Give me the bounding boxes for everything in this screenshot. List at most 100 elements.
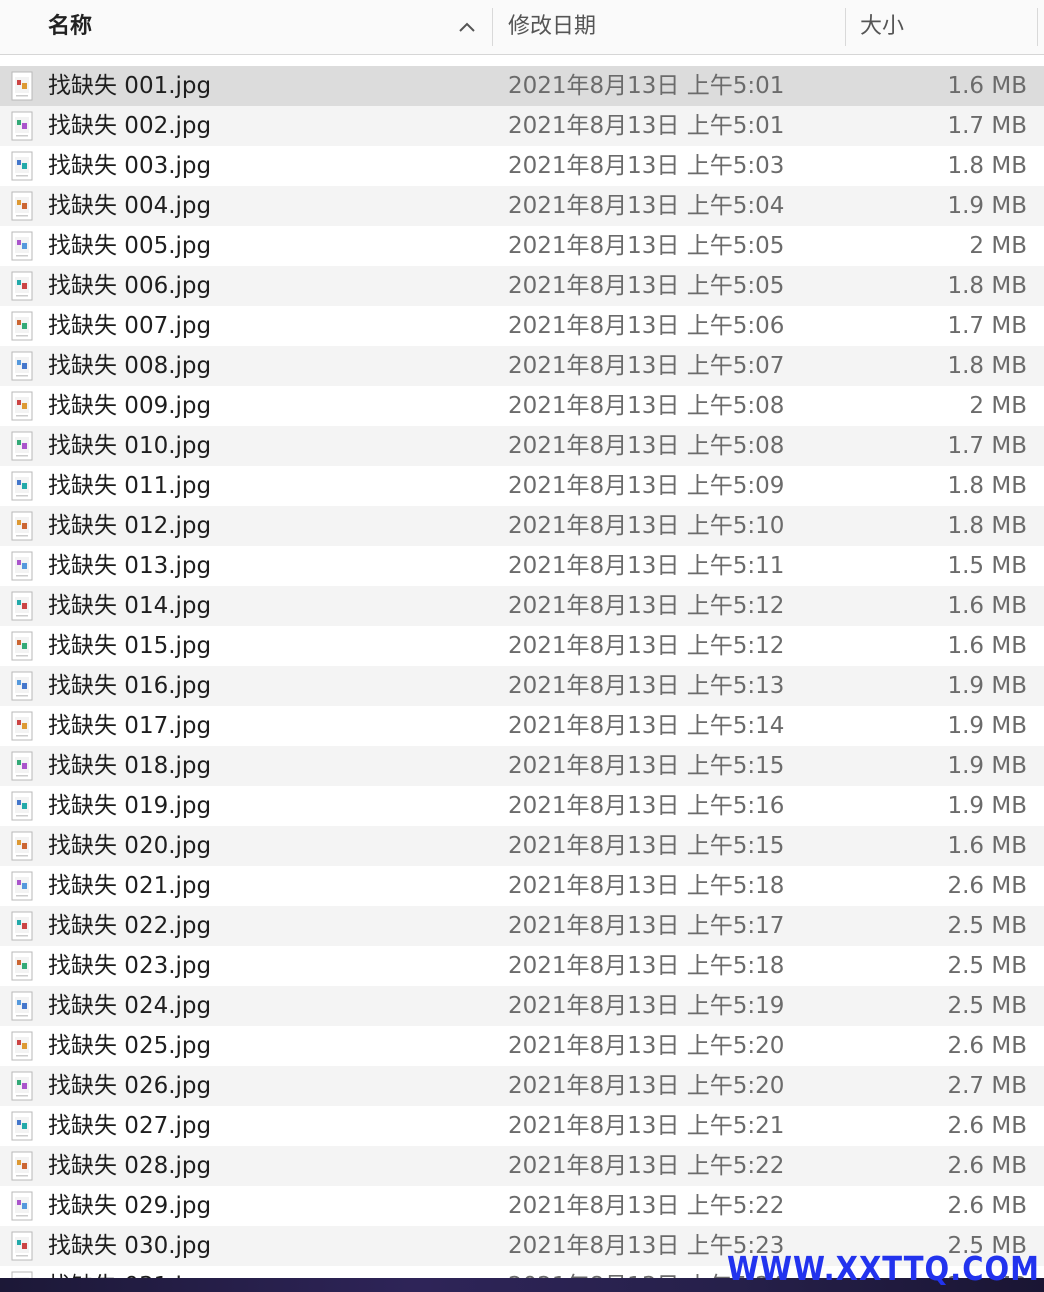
file-row[interactable]: 找缺失 004.jpg 2021年8月13日 上午5:04 1.9 MB [0,186,1044,226]
file-row[interactable]: 找缺失 009.jpg 2021年8月13日 上午5:08 2 MB [0,386,1044,426]
column-separator[interactable] [492,8,493,46]
file-row[interactable]: 找缺失 023.jpg 2021年8月13日 上午5:18 2.5 MB [0,946,1044,986]
file-name: 找缺失 005.jpg [48,233,212,259]
file-name: 找缺失 013.jpg [48,553,212,579]
file-date-modified: 2021年8月13日 上午5:18 [508,953,785,979]
file-size: 1.8 MB [947,273,1027,299]
file-size: 2.6 MB [947,1153,1027,1179]
column-separator[interactable] [845,8,846,46]
file-size: 1.5 MB [947,553,1027,579]
column-header-name[interactable]: 名称 [48,0,92,54]
file-size: 1.7 MB [947,433,1027,459]
file-row[interactable]: 找缺失 028.jpg 2021年8月13日 上午5:22 2.6 MB [0,1146,1044,1186]
file-row[interactable]: 找缺失 018.jpg 2021年8月13日 上午5:15 1.9 MB [0,746,1044,786]
file-name: 找缺失 024.jpg [48,993,212,1019]
file-size: 2.6 MB [947,1113,1027,1139]
file-date-modified: 2021年8月13日 上午5:09 [508,473,785,499]
file-row[interactable]: 找缺失 005.jpg 2021年8月13日 上午5:05 2 MB [0,226,1044,266]
file-row[interactable]: 找缺失 001.jpg 2021年8月13日 上午5:01 1.6 MB [0,66,1044,106]
file-name: 找缺失 021.jpg [48,873,212,899]
image-file-icon [11,871,33,901]
file-size: 1.9 MB [947,753,1027,779]
file-date-modified: 2021年8月13日 上午5:15 [508,833,785,859]
image-file-icon [11,711,33,741]
file-row[interactable]: 找缺失 026.jpg 2021年8月13日 上午5:20 2.7 MB [0,1066,1044,1106]
file-date-modified: 2021年8月13日 上午5:22 [508,1193,785,1219]
file-row[interactable]: 找缺失 006.jpg 2021年8月13日 上午5:05 1.8 MB [0,266,1044,306]
file-row[interactable]: 找缺失 003.jpg 2021年8月13日 上午5:03 1.8 MB [0,146,1044,186]
file-row[interactable]: 找缺失 021.jpg 2021年8月13日 上午5:18 2.6 MB [0,866,1044,906]
file-date-modified: 2021年8月13日 上午5:18 [508,873,785,899]
file-row[interactable]: 找缺失 013.jpg 2021年8月13日 上午5:11 1.5 MB [0,546,1044,586]
file-row[interactable]: 找缺失 011.jpg 2021年8月13日 上午5:09 1.8 MB [0,466,1044,506]
column-header-date[interactable]: 修改日期 [508,0,596,54]
image-file-icon [11,751,33,781]
file-name: 找缺失 012.jpg [48,513,212,539]
image-file-icon [11,1031,33,1061]
file-row[interactable]: 找缺失 020.jpg 2021年8月13日 上午5:15 1.6 MB [0,826,1044,866]
file-row[interactable]: 找缺失 002.jpg 2021年8月13日 上午5:01 1.7 MB [0,106,1044,146]
image-file-icon [11,551,33,581]
file-date-modified: 2021年8月13日 上午5:11 [508,553,785,579]
file-name: 找缺失 022.jpg [48,913,212,939]
image-file-icon [11,911,33,941]
file-name: 找缺失 010.jpg [48,433,212,459]
file-date-modified: 2021年8月13日 上午5:10 [508,513,785,539]
file-row[interactable]: 找缺失 017.jpg 2021年8月13日 上午5:14 1.9 MB [0,706,1044,746]
file-size: 1.6 MB [947,633,1027,659]
file-size: 1.9 MB [947,713,1027,739]
file-size: 1.9 MB [947,793,1027,819]
file-date-modified: 2021年8月13日 上午5:14 [508,713,785,739]
file-name: 找缺失 030.jpg [48,1233,212,1259]
file-name: 找缺失 009.jpg [48,393,212,419]
file-date-modified: 2021年8月13日 上午5:12 [508,593,785,619]
file-size: 1.7 MB [947,113,1027,139]
image-file-icon [11,591,33,621]
image-file-icon [11,991,33,1021]
file-size: 1.9 MB [947,673,1027,699]
image-file-icon [11,951,33,981]
image-file-icon [11,431,33,461]
column-header-size[interactable]: 大小 [860,0,904,54]
file-date-modified: 2021年8月13日 上午5:05 [508,273,785,299]
file-row[interactable]: 找缺失 007.jpg 2021年8月13日 上午5:06 1.7 MB [0,306,1044,346]
column-separator[interactable] [1037,8,1038,46]
watermark-logo: WWW.XXTTQ.COM [726,1248,1040,1288]
file-date-modified: 2021年8月13日 上午5:21 [508,1113,785,1139]
file-size: 2.5 MB [947,993,1027,1019]
file-name: 找缺失 006.jpg [48,273,212,299]
file-row[interactable]: 找缺失 027.jpg 2021年8月13日 上午5:21 2.6 MB [0,1106,1044,1146]
file-date-modified: 2021年8月13日 上午5:06 [508,313,785,339]
image-file-icon [11,111,33,141]
file-name: 找缺失 014.jpg [48,593,212,619]
image-file-icon [11,391,33,421]
file-size: 2.6 MB [947,1033,1027,1059]
file-list[interactable]: 找缺失 001.jpg 2021年8月13日 上午5:01 1.6 MB 找缺失 00… [0,66,1044,1278]
file-size: 2.6 MB [947,873,1027,899]
file-name: 找缺失 028.jpg [48,1153,212,1179]
file-row[interactable]: 找缺失 010.jpg 2021年8月13日 上午5:08 1.7 MB [0,426,1044,466]
file-size: 1.9 MB [947,193,1027,219]
file-date-modified: 2021年8月13日 上午5:20 [508,1073,785,1099]
file-row[interactable]: 找缺失 012.jpg 2021年8月13日 上午5:10 1.8 MB [0,506,1044,546]
file-size: 1.6 MB [947,833,1027,859]
file-row[interactable]: 找缺失 029.jpg 2021年8月13日 上午5:22 2.6 MB [0,1186,1044,1226]
file-row[interactable]: 找缺失 019.jpg 2021年8月13日 上午5:16 1.9 MB [0,786,1044,826]
file-row[interactable]: 找缺失 022.jpg 2021年8月13日 上午5:17 2.5 MB [0,906,1044,946]
chevron-up-icon[interactable] [457,19,477,35]
file-row[interactable]: 找缺失 008.jpg 2021年8月13日 上午5:07 1.8 MB [0,346,1044,386]
image-file-icon [11,831,33,861]
file-size: 2.5 MB [947,953,1027,979]
file-size: 1.6 MB [947,593,1027,619]
file-row[interactable]: 找缺失 014.jpg 2021年8月13日 上午5:12 1.6 MB [0,586,1044,626]
file-name: 找缺失 001.jpg [48,73,212,99]
file-name: 找缺失 019.jpg [48,793,212,819]
file-row[interactable]: 找缺失 024.jpg 2021年8月13日 上午5:19 2.5 MB [0,986,1044,1026]
image-file-icon [11,1111,33,1141]
file-row[interactable]: 找缺失 015.jpg 2021年8月13日 上午5:12 1.6 MB [0,626,1044,666]
image-file-icon [11,71,33,101]
file-date-modified: 2021年8月13日 上午5:20 [508,1033,785,1059]
file-row[interactable]: 找缺失 025.jpg 2021年8月13日 上午5:20 2.6 MB [0,1026,1044,1066]
file-row[interactable]: 找缺失 016.jpg 2021年8月13日 上午5:13 1.9 MB [0,666,1044,706]
file-date-modified: 2021年8月13日 上午5:16 [508,793,785,819]
